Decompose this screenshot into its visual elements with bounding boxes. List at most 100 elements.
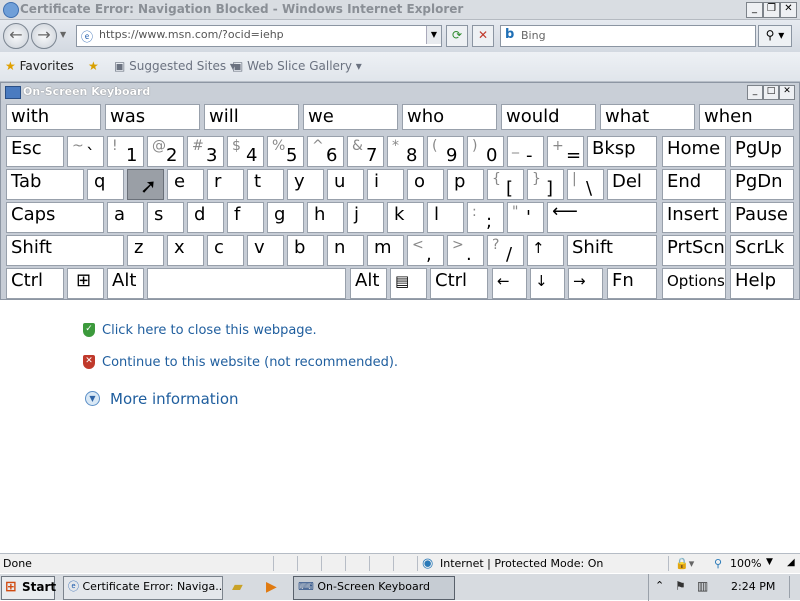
key-3[interactable]: #3 [187,136,224,167]
prediction-key[interactable]: we [303,104,398,130]
key-6[interactable]: ^ 6 [307,136,344,167]
key-del[interactable]: Del [607,169,657,200]
search-box[interactable]: b Bing [500,25,756,47]
prediction-key[interactable]: what [600,104,695,130]
zoom-level[interactable]: 100% [730,557,761,570]
show-desktop-button[interactable] [789,576,800,598]
key-period[interactable]: >. [447,235,484,266]
prediction-key[interactable]: would [501,104,596,130]
taskbar-item-osk[interactable]: ⌨ On-Screen Keyboard [293,576,455,600]
key-y[interactable]: y [287,169,324,200]
key-left-arrow[interactable]: ← [492,268,527,299]
key-alt-right[interactable]: Alt [350,268,387,299]
key-shift-left[interactable]: Shift [6,235,124,266]
key-r[interactable]: r [207,169,244,200]
key-home[interactable]: Home [662,136,726,167]
key-comma[interactable]: <, [407,235,444,266]
clock[interactable]: 2:24 PM [731,580,775,593]
prediction-key[interactable]: when [699,104,794,130]
help-button[interactable]: Help [730,268,794,299]
key-up-arrow[interactable]: ↑ [527,235,564,266]
search-button[interactable]: ⚲ ▾ [758,25,792,47]
key-scrlk[interactable]: ScrLk [730,235,794,266]
key-w[interactable]: w➚ [127,169,164,200]
close-button[interactable]: ✕ [780,2,797,18]
expand-icon[interactable]: ▼ [85,391,100,406]
key-2[interactable]: @2 [147,136,184,167]
network-icon[interactable]: ▥ [697,579,708,593]
osk-minimize-button[interactable]: _ [747,85,763,100]
key-windows[interactable]: ⊞ [67,268,104,299]
key-down-arrow[interactable]: ↓ [530,268,565,299]
key-right-arrow[interactable]: → [568,268,603,299]
key-left-bracket[interactable]: {[ [487,169,524,200]
key-caps[interactable]: Caps [6,202,104,233]
refresh-button[interactable]: ⟳ [446,25,468,47]
web-slice-gallery-button[interactable]: ▣ Web Slice Gallery ▾ [232,59,362,73]
key-o[interactable]: o [407,169,444,200]
recent-pages-dropdown[interactable]: ▼ [60,30,66,39]
key-end[interactable]: End [662,169,726,200]
key-d[interactable]: d [187,202,224,233]
key-equals[interactable]: + = [547,136,584,167]
key-5[interactable]: % 5 [267,136,304,167]
key-l[interactable]: l [427,202,464,233]
key-h[interactable]: h [307,202,344,233]
close-webpage-link[interactable]: Click here to close this webpage. [102,323,317,338]
key-q[interactable]: q [87,169,124,200]
key-backslash[interactable]: | \ [567,169,604,200]
resize-grip-icon[interactable]: ◢ [787,557,795,568]
key-menu[interactable]: ▤ [390,268,427,299]
forward-button[interactable]: → [31,23,57,49]
key-b[interactable]: b [287,235,324,266]
key-m[interactable]: m [367,235,404,266]
key-e[interactable]: e [167,169,204,200]
key-backspace[interactable]: Bksp [587,136,657,167]
protected-mode-icon[interactable]: 🔒▾ [675,557,694,570]
key-quote[interactable]: " ' [507,202,544,233]
key-slash[interactable]: ? / [487,235,524,266]
zoom-dropdown[interactable]: ▼ [766,557,773,567]
key-s[interactable]: s [147,202,184,233]
key-shift-right[interactable]: Shift [567,235,657,266]
address-dropdown[interactable]: ▼ [426,26,441,44]
key-4[interactable]: $4 [227,136,264,167]
key-pgup[interactable]: PgUp [730,136,794,167]
key-1[interactable]: ! 1 [107,136,144,167]
key-j[interactable]: j [347,202,384,233]
folder-icon[interactable]: ▰ [232,579,243,595]
key-f[interactable]: f [227,202,264,233]
key-backtick[interactable]: ~ ` [67,136,104,167]
key-insert[interactable]: Insert [662,202,726,233]
key-9[interactable]: (9 [427,136,464,167]
key-alt-left[interactable]: Alt [107,268,144,299]
key-minus[interactable]: _ - [507,136,544,167]
key-i[interactable]: i [367,169,404,200]
key-fn[interactable]: Fn [607,268,657,299]
address-bar[interactable]: ⓔ https://www.msn.com/?ocid=iehp ▼ [76,25,442,47]
key-ctrl-left[interactable]: Ctrl [6,268,64,299]
maximize-button[interactable]: ❐ [763,2,780,18]
start-button[interactable]: ⊞ Start [1,576,56,600]
key-8[interactable]: * 8 [387,136,424,167]
key-semicolon[interactable]: :; [467,202,504,233]
back-button[interactable]: ← [3,23,29,49]
key-z[interactable]: z [127,235,164,266]
key-p[interactable]: p [447,169,484,200]
action-center-icon[interactable]: ⚑ [675,579,686,593]
key-k[interactable]: k [387,202,424,233]
key-a[interactable]: a [107,202,144,233]
key-u[interactable]: u [327,169,364,200]
key-c[interactable]: c [207,235,244,266]
suggested-sites-button[interactable]: ▣ Suggested Sites ▾ [114,59,236,73]
stop-button[interactable]: ✕ [472,25,494,47]
key-right-bracket[interactable]: }] [527,169,564,200]
key-x[interactable]: x [167,235,204,266]
key-0[interactable]: ) 0 [467,136,504,167]
key-v[interactable]: v [247,235,284,266]
prediction-key[interactable]: will [204,104,299,130]
key-t[interactable]: t [247,169,284,200]
key-7[interactable]: & 7 [347,136,384,167]
key-prtscn[interactable]: PrtScn [662,235,726,266]
prediction-key[interactable]: with [6,104,101,130]
